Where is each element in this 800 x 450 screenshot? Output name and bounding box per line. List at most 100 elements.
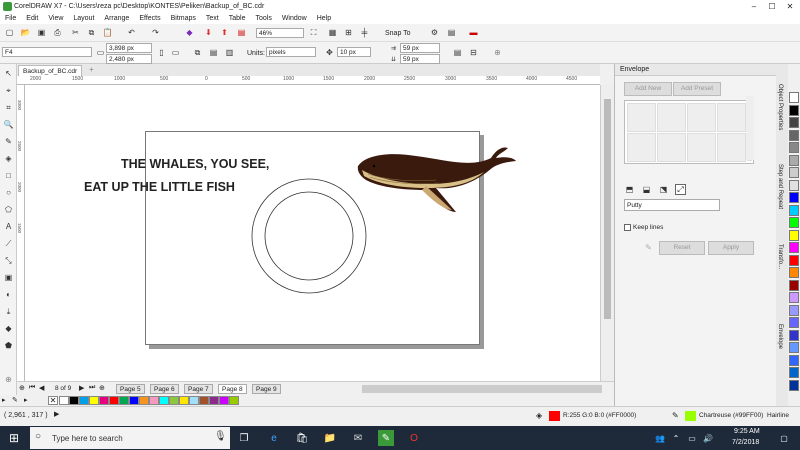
keep-lines-checkbox[interactable] (624, 224, 631, 231)
drop-shadow-tool-icon[interactable]: ▣ (3, 272, 14, 283)
palette-swatch[interactable] (789, 229, 799, 241)
horizontal-ruler[interactable]: 2000 1500 1000 500 0 500 1000 1500 2000 … (17, 76, 600, 85)
add-preset-button[interactable]: Add Preset (673, 82, 721, 96)
tab-page-7[interactable]: Page 7 (184, 384, 213, 394)
current-page-icon-2[interactable]: ▥ (224, 47, 235, 58)
document-page[interactable]: THE WHALES, YOU SEE, EAT UP THE LITTLE F… (84, 131, 516, 345)
duplicate-distance-y-field[interactable]: 59 px (400, 54, 440, 64)
first-page-icon[interactable]: ⏮ (29, 384, 35, 392)
page-size-select[interactable]: F4 (2, 47, 92, 57)
palette-swatch[interactable] (789, 354, 799, 366)
opera-icon[interactable]: O (406, 430, 422, 446)
status-arrow-icon[interactable]: ▶ (54, 410, 59, 418)
clock-time[interactable]: 9:25 AM (734, 428, 760, 435)
palette-swatch[interactable] (789, 304, 799, 316)
palette-swatch[interactable] (149, 396, 159, 405)
undo-icon[interactable]: ↶ (126, 27, 137, 38)
tab-envelope[interactable]: Envelope (777, 324, 783, 349)
palette-swatch[interactable] (789, 367, 799, 378)
snap-options-icon[interactable]: ⊟ (468, 47, 479, 58)
palette-swatch[interactable] (789, 192, 799, 203)
palette-swatch[interactable] (69, 396, 79, 405)
file-explorer-icon[interactable]: 📁 (322, 430, 338, 446)
copy-icon[interactable]: ⧉ (86, 27, 97, 38)
page-height-field[interactable]: 2,480 px (106, 54, 152, 64)
next-page-icon[interactable]: ▶ (79, 384, 84, 392)
menu-layout[interactable]: Layout (68, 15, 99, 22)
palette-swatch[interactable] (129, 396, 139, 405)
freehand-tool-icon[interactable]: ✎ (3, 136, 14, 147)
add-new-button[interactable]: Add New (624, 82, 672, 96)
vertical-scrollbar[interactable] (600, 85, 614, 381)
scrollbar-thumb[interactable] (604, 99, 611, 319)
tab-page-6[interactable]: Page 6 (150, 384, 179, 394)
edge-browser-icon[interactable]: e (266, 430, 282, 446)
menu-file[interactable]: File (0, 15, 21, 22)
outline-color-swatch[interactable] (685, 411, 696, 421)
pick-tool-icon[interactable]: ↖ (3, 68, 14, 79)
double-arc-mode-icon[interactable]: ⬔ (658, 184, 669, 195)
volume-icon[interactable]: 🔊 (700, 430, 716, 446)
palette-swatch[interactable] (139, 396, 149, 405)
apply-button[interactable]: Apply (708, 241, 754, 255)
tab-object-properties[interactable]: Object Properties (777, 84, 783, 130)
shape-tool-icon[interactable]: ⌖ (3, 85, 14, 96)
tab-backup-of-bc[interactable]: Backup_of_BC.cdr (18, 65, 83, 76)
new-document-icon[interactable]: ▢ (4, 27, 15, 38)
ellipse-tool-icon[interactable]: ○ (3, 187, 14, 198)
mapping-mode-select[interactable]: Putty (624, 199, 720, 211)
smart-fill-icon[interactable]: ⬟ (3, 340, 14, 351)
application-launcher-icon[interactable]: ▤ (446, 27, 457, 38)
polygon-tool-icon[interactable]: ⬠ (3, 204, 14, 215)
search-content-icon[interactable]: ◆ (184, 27, 195, 38)
color-eyedropper-icon[interactable]: ⤓ (3, 306, 14, 317)
text-line-fish[interactable]: EAT UP THE LITTLE FISH (84, 180, 235, 194)
add-tool-icon[interactable]: ⊕ (3, 374, 14, 385)
action-center-icon[interactable]: ▢ (776, 430, 792, 446)
palette-swatch[interactable] (99, 396, 109, 405)
parallel-dimension-tool-icon[interactable]: ⟋ (3, 238, 14, 249)
guidelines-icon[interactable]: ╪ (359, 27, 370, 38)
transparency-tool-icon[interactable]: ◐ (3, 289, 14, 300)
publish-pdf-icon[interactable]: ▤ (236, 27, 247, 38)
fill-color-swatch[interactable] (549, 411, 560, 421)
treat-as-filled-icon[interactable]: ▤ (452, 47, 463, 58)
preset-grid[interactable] (624, 100, 754, 164)
open-folder-icon[interactable]: 📂 (20, 27, 31, 38)
rectangle-tool-icon[interactable]: □ (3, 170, 14, 181)
palette-menu-icon[interactable]: ▸ (24, 396, 28, 404)
microphone-icon[interactable]: 🎙 (214, 431, 227, 442)
welcome-screen-icon[interactable]: ▬ (468, 27, 479, 38)
palette-swatch[interactable] (789, 292, 799, 303)
full-screen-icon[interactable]: ⛶ (308, 27, 319, 38)
palette-swatch[interactable] (189, 396, 199, 405)
windows-start-icon[interactable]: ⊞ (6, 430, 22, 446)
nudge-distance-field[interactable]: 10 px (337, 47, 371, 57)
menu-effects[interactable]: Effects (134, 15, 165, 22)
palette-swatch[interactable] (789, 104, 799, 116)
palette-swatch[interactable] (789, 329, 799, 341)
palette-swatch[interactable] (789, 342, 799, 353)
palette-swatch[interactable] (789, 154, 799, 166)
text-line-whales[interactable]: THE WHALES, YOU SEE, (121, 157, 269, 171)
menu-tools[interactable]: Tools (250, 15, 276, 22)
no-fill-swatch[interactable]: ✕ (48, 396, 58, 405)
redo-icon[interactable]: ↷ (150, 27, 161, 38)
palette-swatch[interactable] (789, 317, 799, 328)
tab-step-and-repeat[interactable]: Step and Repeat (777, 164, 783, 209)
current-page-icon[interactable]: ▤ (208, 47, 219, 58)
mail-icon[interactable]: ✉ (350, 430, 366, 446)
unconstrained-mode-icon[interactable]: ⤢ (675, 184, 686, 195)
taskbar-search-box[interactable]: ○ Type here to search 🎙 (30, 427, 230, 449)
horizontal-scrollbar[interactable] (362, 385, 602, 393)
palette-swatch[interactable] (789, 167, 799, 178)
menu-window[interactable]: Window (277, 15, 312, 22)
task-view-icon[interactable]: ❐ (236, 430, 252, 446)
tab-page-9[interactable]: Page 9 (252, 384, 281, 394)
options-gear-icon[interactable]: ⚙ (429, 27, 440, 38)
palette-swatch[interactable] (789, 92, 799, 103)
text-tool-icon[interactable]: A (3, 221, 14, 232)
close-button[interactable]: ✕ (781, 0, 799, 13)
palette-swatch[interactable] (179, 396, 189, 405)
menu-view[interactable]: View (43, 15, 68, 22)
